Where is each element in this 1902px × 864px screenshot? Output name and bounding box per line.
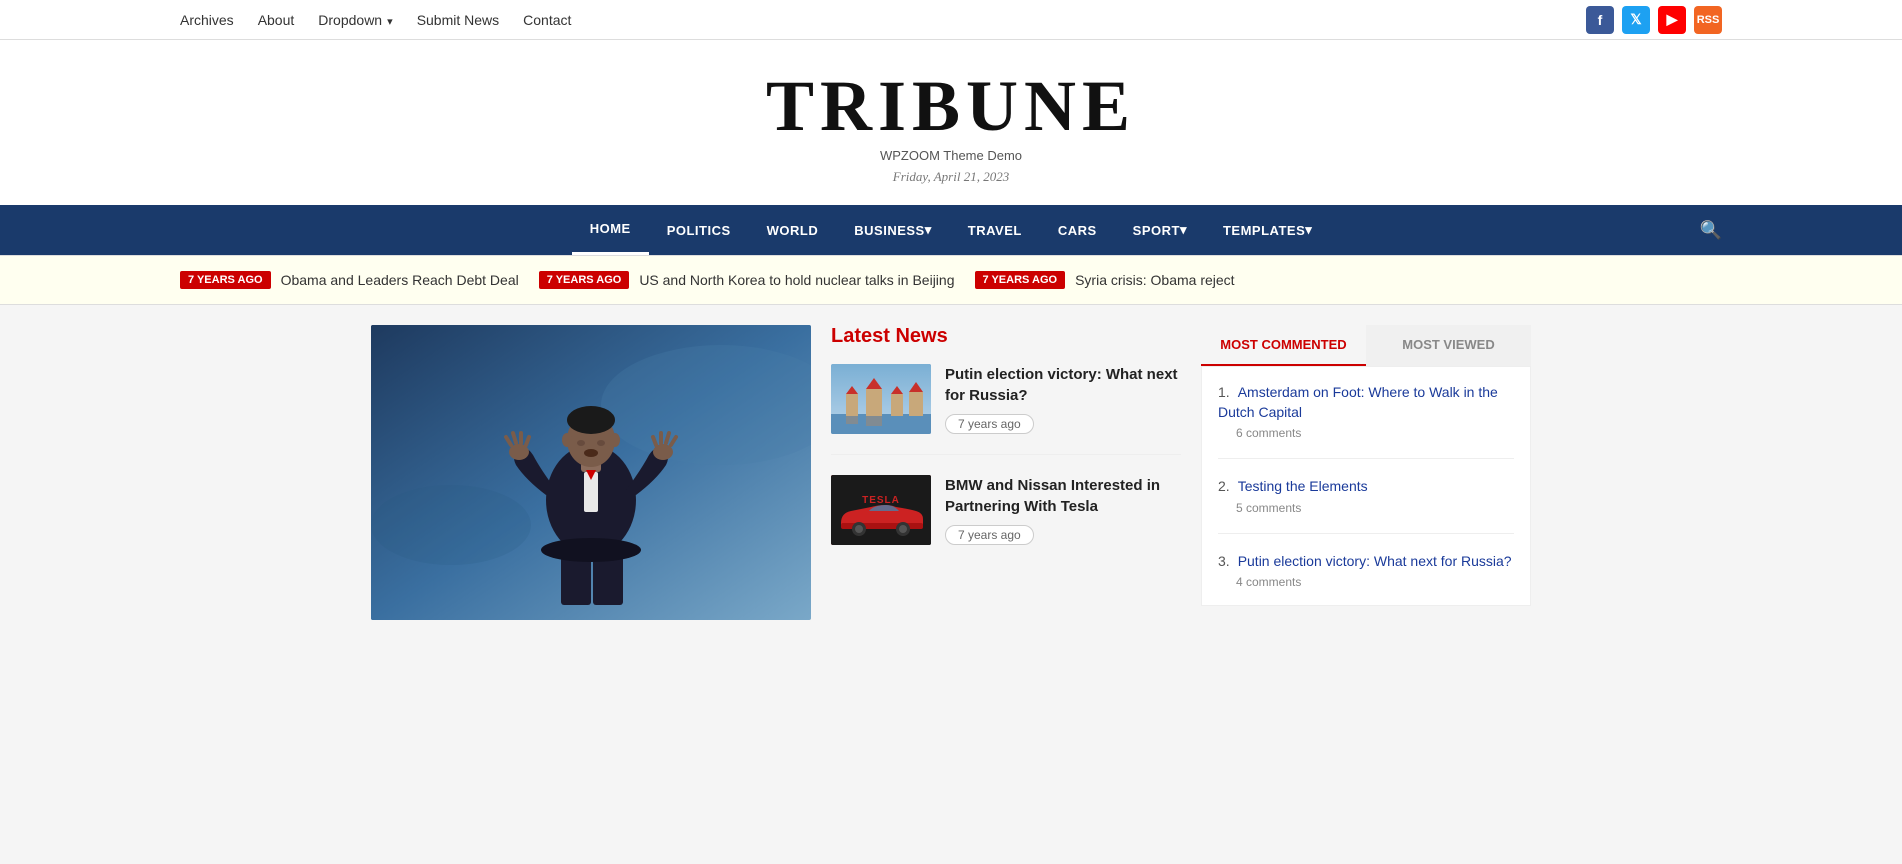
- sidebar-item-2: 2. Testing the Elements 5 comments: [1218, 477, 1514, 534]
- youtube-icon[interactable]: ▶: [1658, 6, 1686, 34]
- site-title: TRIBUNE: [0, 70, 1902, 142]
- ticker-item-3: 7 YEARS AGO Syria crisis: Obama reject: [975, 271, 1235, 289]
- nav-about[interactable]: About: [258, 12, 295, 28]
- top-nav-links: Archives About Dropdown ▾ Submit News Co…: [180, 12, 571, 28]
- sidebar-item-link-1[interactable]: Amsterdam on Foot: Where to Walk in the …: [1218, 384, 1498, 420]
- sidebar-item-3: 3. Putin election victory: What next for…: [1218, 552, 1514, 590]
- nav-dropdown[interactable]: Dropdown ▾: [318, 12, 392, 28]
- news-link-2[interactable]: BMW and Nissan Interested in Partnering …: [945, 477, 1160, 515]
- ticker-text-3: Syria crisis: Obama reject: [1075, 272, 1234, 288]
- top-navigation: Archives About Dropdown ▾ Submit News Co…: [0, 0, 1902, 40]
- news-title-2: BMW and Nissan Interested in Partnering …: [945, 475, 1181, 517]
- sidebar-content: 1. Amsterdam on Foot: Where to Walk in t…: [1201, 366, 1531, 606]
- sidebar-column: MOST COMMENTED MOST VIEWED 1. Amsterdam …: [1201, 325, 1531, 620]
- main-nav-links: HOME POLITICS WORLD BUSINESS ▾ TRAVEL CA…: [572, 205, 1331, 255]
- news-item-1: Putin election victory: What next for Ru…: [831, 364, 1181, 455]
- social-icons: f 𝕏 ▶ RSS: [1586, 6, 1722, 34]
- nav-business[interactable]: BUSINESS ▾: [836, 205, 950, 255]
- news-title-1: Putin election victory: What next for Ru…: [945, 364, 1181, 406]
- featured-image: [371, 325, 811, 620]
- news-meta-2: 7 years ago: [945, 525, 1034, 545]
- tesla-thumbnail: TESLA: [831, 475, 931, 545]
- rss-icon[interactable]: RSS: [1694, 6, 1722, 34]
- masthead: TRIBUNE WPZOOM Theme Demo Friday, April …: [0, 40, 1902, 205]
- sidebar-tabs: MOST COMMENTED MOST VIEWED: [1201, 325, 1531, 366]
- latest-news-heading: Latest News: [831, 325, 1181, 348]
- sidebar-item-num-1: 1.: [1218, 384, 1230, 400]
- nav-sport[interactable]: SPORT ▾: [1115, 205, 1205, 255]
- tab-most-commented[interactable]: MOST COMMENTED: [1201, 325, 1366, 366]
- site-date: Friday, April 21, 2023: [0, 169, 1902, 185]
- ticker-text-2: US and North Korea to hold nuclear talks…: [639, 272, 954, 288]
- news-thumb-1: [831, 364, 931, 434]
- kremlin-thumbnail: [831, 364, 931, 434]
- ticker-badge-2: 7 YEARS AGO: [539, 271, 630, 289]
- ticker-item-1: 7 YEARS AGO Obama and Leaders Reach Debt…: [180, 271, 519, 289]
- dropdown-arrow-icon: ▾: [384, 16, 393, 28]
- nav-home[interactable]: HOME: [572, 205, 649, 255]
- news-info-2: BMW and Nissan Interested in Partnering …: [945, 475, 1181, 545]
- featured-image-column: [371, 325, 811, 620]
- svg-text:TESLA: TESLA: [862, 495, 900, 506]
- search-icon[interactable]: 🔍: [1700, 220, 1722, 241]
- main-navigation: HOME POLITICS WORLD BUSINESS ▾ TRAVEL CA…: [0, 205, 1902, 255]
- news-link-1[interactable]: Putin election victory: What next for Ru…: [945, 366, 1178, 404]
- sidebar-item-num-2: 2.: [1218, 478, 1230, 494]
- sidebar-item-meta-3: 4 comments: [1236, 575, 1514, 589]
- nav-contact[interactable]: Contact: [523, 12, 571, 28]
- news-thumb-2: TESLA: [831, 475, 931, 545]
- ticker-item-2: 7 YEARS AGO US and North Korea to hold n…: [539, 271, 955, 289]
- ticker-badge-3: 7 YEARS AGO: [975, 271, 1066, 289]
- latest-news-column: Latest News: [831, 325, 1181, 620]
- sidebar-item-link-3[interactable]: Putin election victory: What next for Ru…: [1238, 553, 1512, 569]
- site-subtitle: WPZOOM Theme Demo: [0, 148, 1902, 163]
- nav-world[interactable]: WORLD: [749, 205, 837, 255]
- news-item-2: TESLA BMW and Nis: [831, 475, 1181, 565]
- news-meta-1: 7 years ago: [945, 414, 1034, 434]
- nav-politics[interactable]: POLITICS: [649, 205, 749, 255]
- content-wrapper: Latest News: [351, 325, 1551, 620]
- sport-dropdown-icon: ▾: [1180, 222, 1187, 238]
- nav-archives[interactable]: Archives: [180, 12, 234, 28]
- sidebar-item-1: 1. Amsterdam on Foot: Where to Walk in t…: [1218, 383, 1514, 459]
- sidebar-item-meta-1: 6 comments: [1236, 426, 1514, 440]
- facebook-icon[interactable]: f: [1586, 6, 1614, 34]
- sidebar-item-link-2[interactable]: Testing the Elements: [1238, 478, 1368, 494]
- sidebar-item-num-3: 3.: [1218, 553, 1230, 569]
- news-ticker: 7 YEARS AGO Obama and Leaders Reach Debt…: [0, 255, 1902, 305]
- news-info-1: Putin election victory: What next for Ru…: [945, 364, 1181, 434]
- ticker-text-1: Obama and Leaders Reach Debt Deal: [281, 272, 519, 288]
- nav-templates[interactable]: TEMPLATES ▾: [1205, 205, 1330, 255]
- nav-cars[interactable]: CARS: [1040, 205, 1115, 255]
- ticker-badge-1: 7 YEARS AGO: [180, 271, 271, 289]
- twitter-icon[interactable]: 𝕏: [1622, 6, 1650, 34]
- tab-most-viewed[interactable]: MOST VIEWED: [1366, 325, 1531, 366]
- templates-dropdown-icon: ▾: [1305, 222, 1312, 238]
- nav-travel[interactable]: TRAVEL: [950, 205, 1040, 255]
- sidebar-item-meta-2: 5 comments: [1236, 501, 1514, 515]
- business-dropdown-icon: ▾: [925, 222, 932, 238]
- nav-submit-news[interactable]: Submit News: [417, 12, 499, 28]
